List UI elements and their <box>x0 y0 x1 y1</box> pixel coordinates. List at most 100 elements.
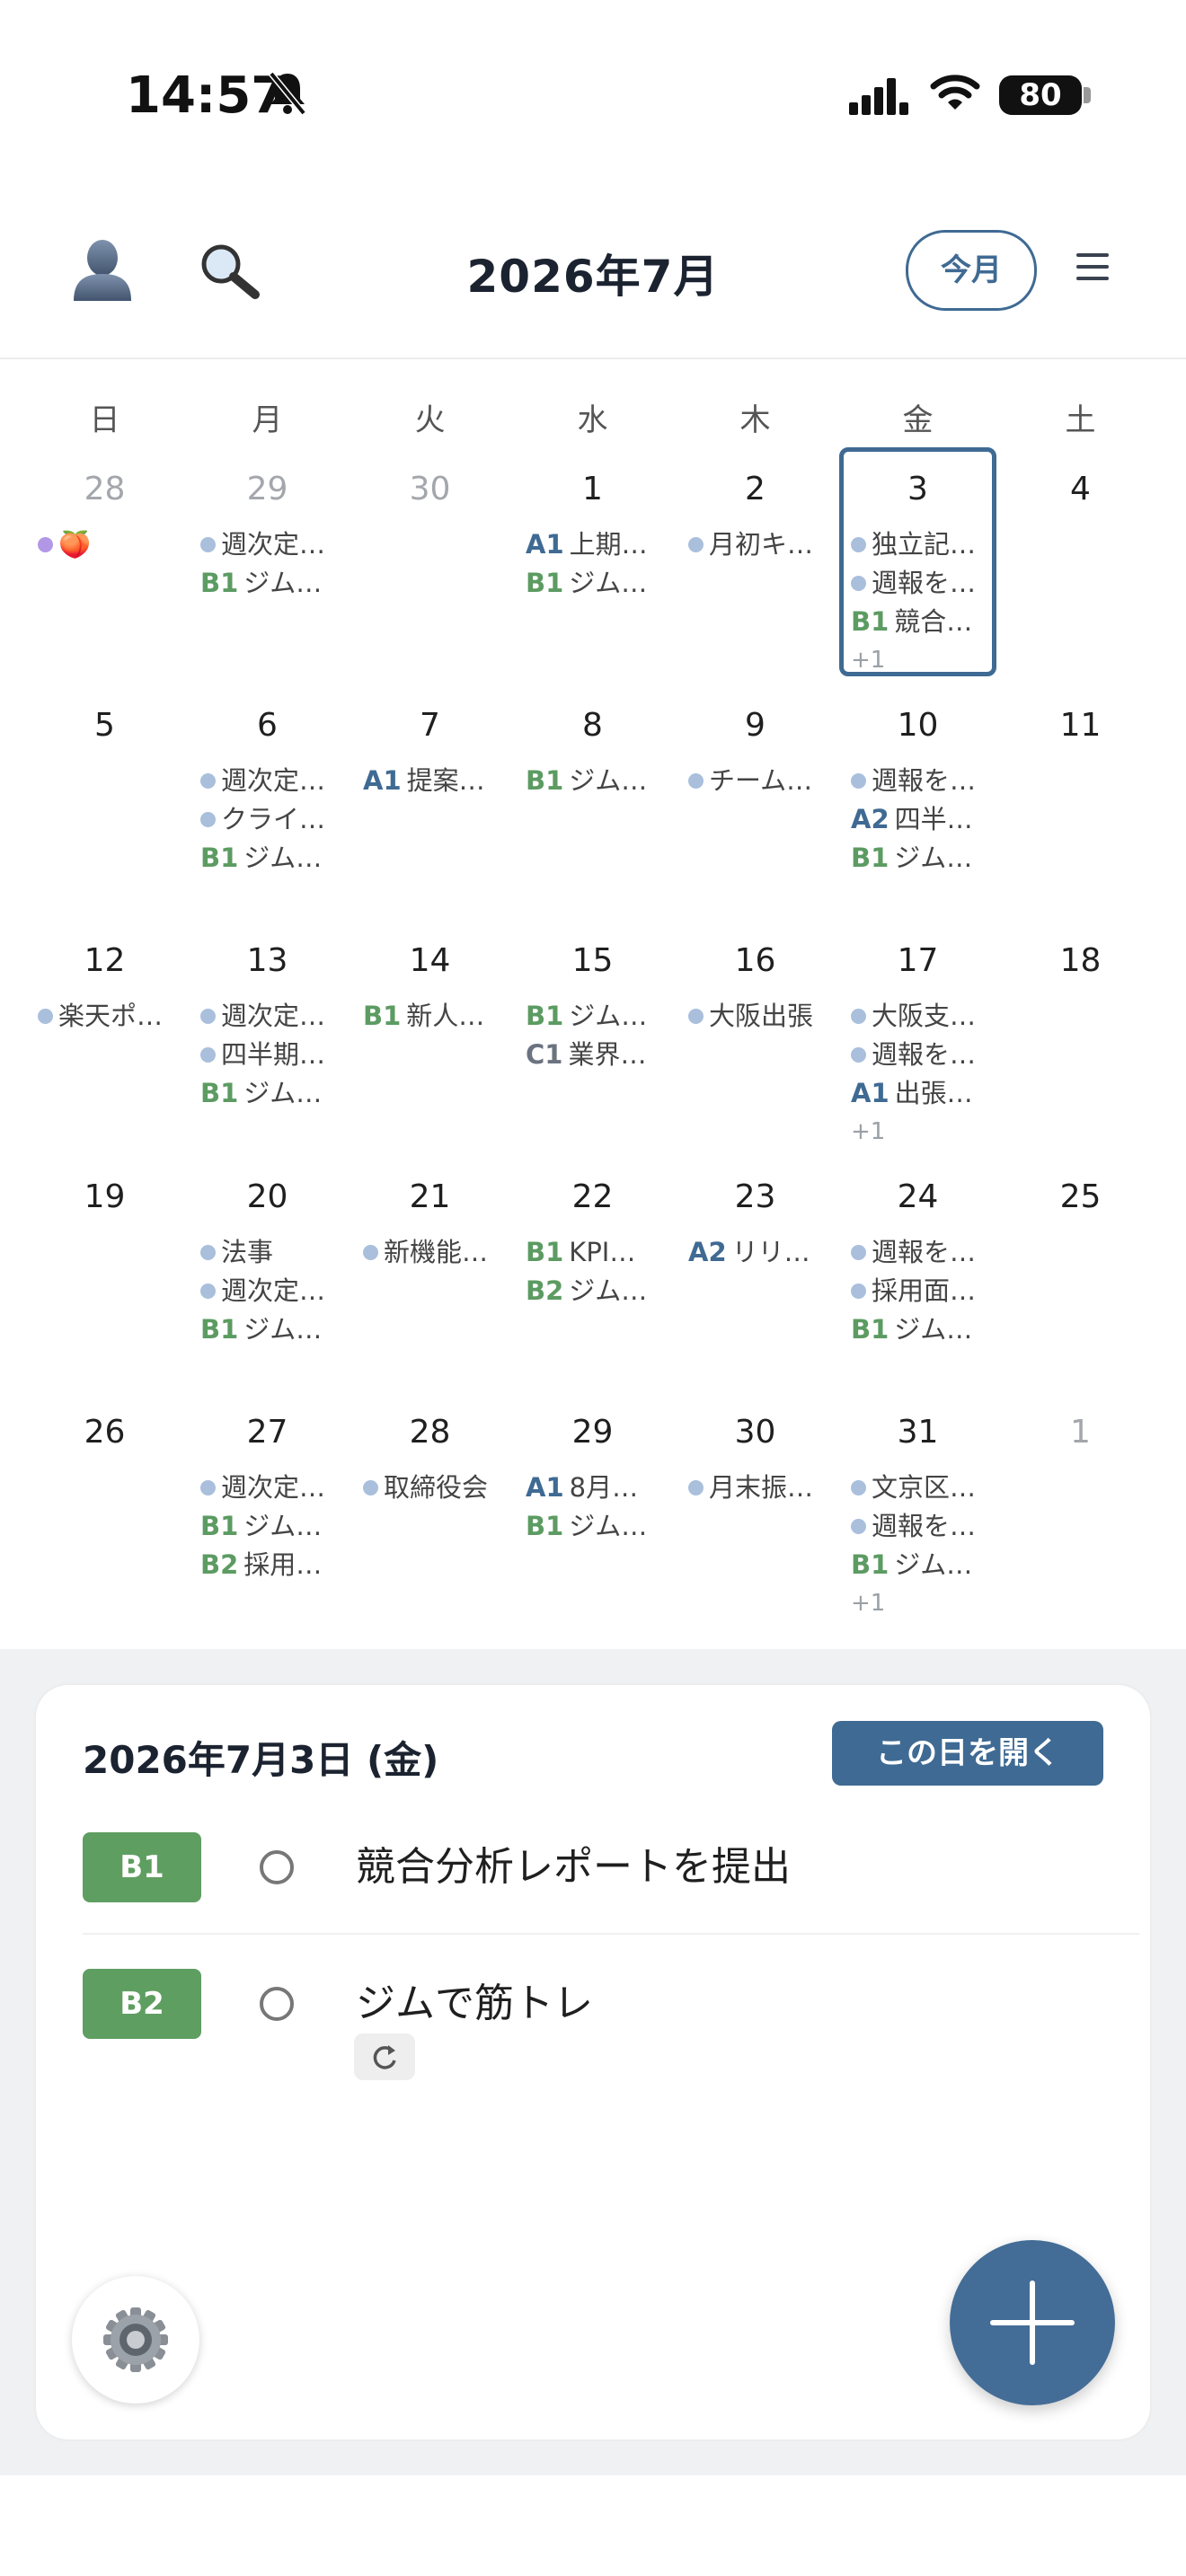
event-title: 法事 <box>221 1237 274 1267</box>
calendar-day-cell[interactable]: 1 A1 上期… B1 ジム… <box>511 463 674 699</box>
calendar-day-cell[interactable]: 7 A1 提案… <box>349 700 511 935</box>
calendar-event: 週次定… <box>200 1273 344 1309</box>
calendar-day-cell[interactable]: 17 大阪支… 週報を… A1 出張… +1 <box>836 935 999 1170</box>
event-title: ジム… <box>569 1275 648 1306</box>
event-dot <box>688 536 704 552</box>
task-checkbox[interactable] <box>260 1850 294 1884</box>
day-number: 16 <box>734 942 776 979</box>
calendar-day-cell[interactable]: 2 月初キ… <box>674 463 836 699</box>
calendar-day-cell[interactable]: 31 文京区… 週報を… B1 ジム… +1 <box>836 1407 999 1642</box>
event-title: 新人… <box>406 1001 485 1031</box>
plus-icon <box>990 2280 1075 2365</box>
event-title: 新機能… <box>384 1237 489 1267</box>
calendar-day-cell[interactable]: 22 B1 KPI… B2 ジム… <box>511 1171 674 1407</box>
calendar-day-cell[interactable]: 15 B1 ジム… C1 業界… <box>511 935 674 1170</box>
calendar-event: B1 ジム… <box>851 1311 995 1347</box>
calendar-day-cell[interactable]: 12 楽天ポ… <box>23 935 186 1170</box>
calendar-event: B1 ジム… <box>200 565 344 601</box>
calendar-day-cell[interactable]: 18 <box>999 935 1162 1170</box>
calendar-event: C1 業界… <box>526 1037 669 1072</box>
calendar-day-cell[interactable]: 23 A2 リリ… <box>674 1171 836 1407</box>
calendar-day-cell[interactable]: 30 月末振… <box>674 1407 836 1642</box>
calendar-day-cell[interactable]: 21 新機能… <box>349 1171 511 1407</box>
event-title: ジム… <box>569 765 648 796</box>
menu-icon[interactable] <box>1076 253 1109 288</box>
calendar-event: A2 四半… <box>851 801 995 837</box>
calendar-event: クライ… <box>200 801 344 837</box>
calendar-day-cell[interactable]: 29 A1 8月… B1 ジム… <box>511 1407 674 1642</box>
task-checkbox[interactable] <box>260 1987 294 2021</box>
calendar-day-cell[interactable]: 10 週報を… A2 四半… B1 ジム… <box>836 700 999 935</box>
calendar-day-cell[interactable]: 25 <box>999 1171 1162 1407</box>
event-dot <box>363 1244 378 1260</box>
calendar-day-cell[interactable]: 24 週報を… 採用面… B1 ジム… <box>836 1171 999 1407</box>
calendar-day-cell[interactable]: 19 <box>23 1171 186 1407</box>
day-number: 7 <box>420 707 440 744</box>
day-number: 25 <box>1059 1178 1102 1215</box>
event-dot <box>851 1518 866 1534</box>
add-button[interactable] <box>950 2240 1115 2405</box>
event-dot <box>851 1479 866 1495</box>
day-number: 8 <box>582 707 603 744</box>
more-events-count: +1 <box>851 1584 995 1619</box>
calendar-day-cell[interactable]: 20 法事 週次定… B1 ジム… <box>186 1171 349 1407</box>
event-title: 大阪出張 <box>709 1001 814 1031</box>
calendar-day-cell[interactable]: 30 <box>349 463 511 699</box>
day-number: 9 <box>745 707 766 744</box>
calendar-day-cell[interactable]: 28 🍑 <box>23 463 186 699</box>
event-dot <box>200 1479 216 1495</box>
event-priority: B1 <box>526 1511 564 1541</box>
event-title: 業界… <box>568 1039 647 1070</box>
event-title: チーム… <box>709 765 813 796</box>
event-title: ジム… <box>243 568 323 598</box>
calendar-day-cell[interactable]: 11 <box>999 700 1162 935</box>
calendar-day-cell[interactable]: 5 <box>23 700 186 935</box>
weekday-label: 木 <box>739 402 771 438</box>
calendar-day-cell[interactable]: 14 B1 新人… <box>349 935 511 1170</box>
calendar-day-cell[interactable]: 1 <box>999 1407 1162 1642</box>
day-number: 19 <box>84 1178 126 1215</box>
event-priority: A1 <box>526 529 564 560</box>
day-number: 15 <box>571 942 614 979</box>
settings-button[interactable] <box>72 2276 199 2404</box>
bell-muted-icon <box>269 71 306 116</box>
event-title: ジム… <box>243 1314 323 1345</box>
calendar-day-cell[interactable]: 8 B1 ジム… <box>511 700 674 935</box>
event-dot <box>200 536 216 552</box>
calendar-event: B1 ジム… <box>851 840 995 876</box>
event-title: 週報を… <box>872 1511 977 1541</box>
event-priority: C1 <box>526 1039 563 1070</box>
day-number: 21 <box>409 1178 451 1215</box>
calendar-day-cell[interactable]: 26 <box>23 1407 186 1642</box>
event-dot <box>200 811 216 827</box>
event-title: リリ… <box>731 1237 810 1267</box>
task-divider <box>83 1933 1139 1935</box>
event-priority: B1 <box>851 842 890 873</box>
calendar-event: 大阪支… <box>851 998 995 1034</box>
calendar-day-cell[interactable]: 4 <box>999 463 1162 699</box>
day-number: 23 <box>734 1178 776 1215</box>
event-dot <box>688 772 704 789</box>
day-number: 1 <box>1070 1414 1091 1451</box>
calendar-event: A1 8月… <box>526 1469 669 1505</box>
event-title: 週報を… <box>872 765 977 796</box>
calendar-day-cell[interactable]: 9 チーム… <box>674 700 836 935</box>
open-day-button[interactable]: この日を開く <box>832 1721 1103 1786</box>
task-title: ジムで筋トレ <box>356 1981 593 2026</box>
calendar-day-cell[interactable]: 27 週次定… B1 ジム… B2 採用… <box>186 1407 349 1642</box>
calendar-event: B2 ジム… <box>526 1273 669 1309</box>
event-title: 取締役会 <box>384 1472 489 1503</box>
calendar-day-cell[interactable]: 16 大阪出張 <box>674 935 836 1170</box>
calendar-day-cell[interactable]: 6 週次定… クライ… B1 ジム… <box>186 700 349 935</box>
event-dot <box>38 1008 53 1024</box>
calendar-event: 大阪出張 <box>688 998 832 1034</box>
day-number: 20 <box>246 1178 288 1215</box>
calendar-day-cell[interactable]: 29 週次定… B1 ジム… <box>186 463 349 699</box>
calendar-day-cell[interactable]: 13 週次定… 四半期… B1 ジム… <box>186 935 349 1170</box>
event-title: 週次定… <box>221 765 326 796</box>
calendar-day-cell[interactable]: 28 取締役会 <box>349 1407 511 1642</box>
event-title: ジム… <box>243 842 323 873</box>
event-priority: B1 <box>851 1549 890 1580</box>
this-month-button[interactable]: 今月 <box>906 230 1037 311</box>
calendar-event: 週報を… <box>851 763 995 798</box>
